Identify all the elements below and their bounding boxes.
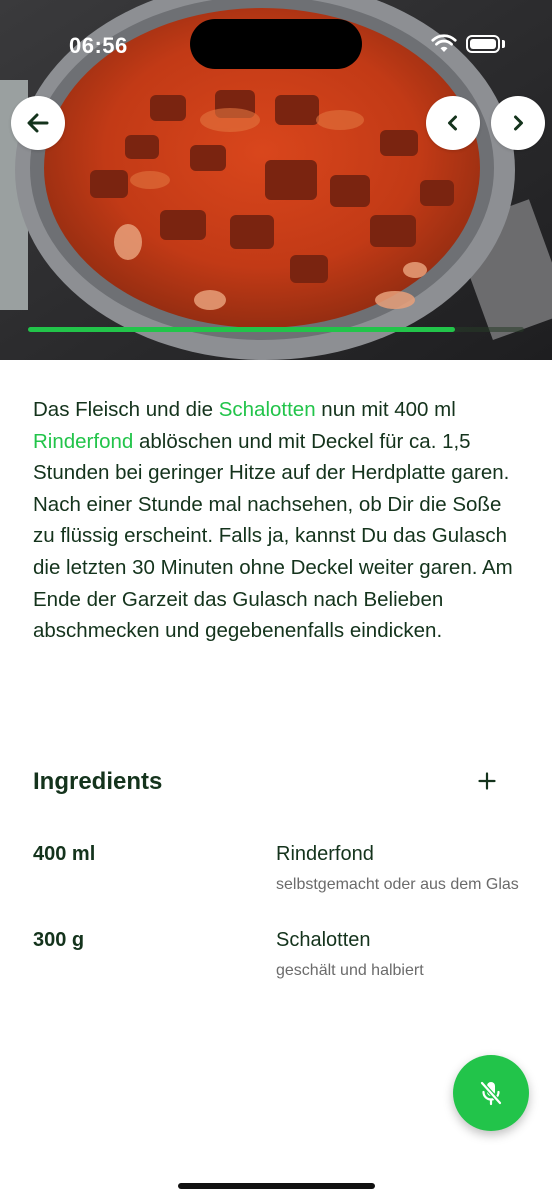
chevron-right-icon xyxy=(514,115,523,131)
ingredient-note: geschält und halbiert xyxy=(276,962,424,979)
plus-icon xyxy=(478,772,496,790)
next-step-button[interactable] xyxy=(491,96,545,150)
step-progress-bar xyxy=(28,327,524,332)
ingredient-link[interactable]: Rinderfond xyxy=(33,430,133,453)
add-ingredient-button[interactable] xyxy=(470,764,504,798)
battery-icon xyxy=(466,35,500,53)
microphone-off-icon xyxy=(479,1080,503,1106)
status-bar: 06:56 xyxy=(0,0,552,80)
status-time: 06:56 xyxy=(69,33,128,58)
wifi-icon xyxy=(431,34,457,52)
voice-control-button[interactable] xyxy=(453,1055,529,1131)
dynamic-island xyxy=(190,19,362,69)
ingredients-heading: Ingredients xyxy=(33,768,163,795)
ingredient-amount: 400 ml xyxy=(33,843,96,865)
step-image: 06:56 xyxy=(0,0,552,360)
back-button[interactable] xyxy=(11,96,65,150)
previous-step-button[interactable] xyxy=(426,96,480,150)
ingredient-link[interactable]: Schalotten xyxy=(219,398,316,421)
home-indicator xyxy=(178,1183,375,1189)
battery-tip xyxy=(502,40,505,48)
step-text-segment: Das Fleisch und die xyxy=(33,398,219,421)
step-text-segment: nun mit 400 ml xyxy=(315,398,456,421)
step-text-segment: ablöschen und mit Deckel für ca. 1,5 Stu… xyxy=(33,429,513,643)
step-progress-fill xyxy=(28,327,455,332)
ingredient-name: Rinderfond xyxy=(276,843,374,865)
chevron-left-icon xyxy=(448,115,457,131)
ingredient-name: Schalotten xyxy=(276,929,371,951)
step-instructions: Das Fleisch und die Schalotten nun mit 4… xyxy=(33,394,523,647)
ingredient-note: selbstgemacht oder aus dem Glas xyxy=(276,876,519,893)
ingredient-amount: 300 g xyxy=(33,929,85,951)
arrow-left-icon xyxy=(27,113,49,133)
